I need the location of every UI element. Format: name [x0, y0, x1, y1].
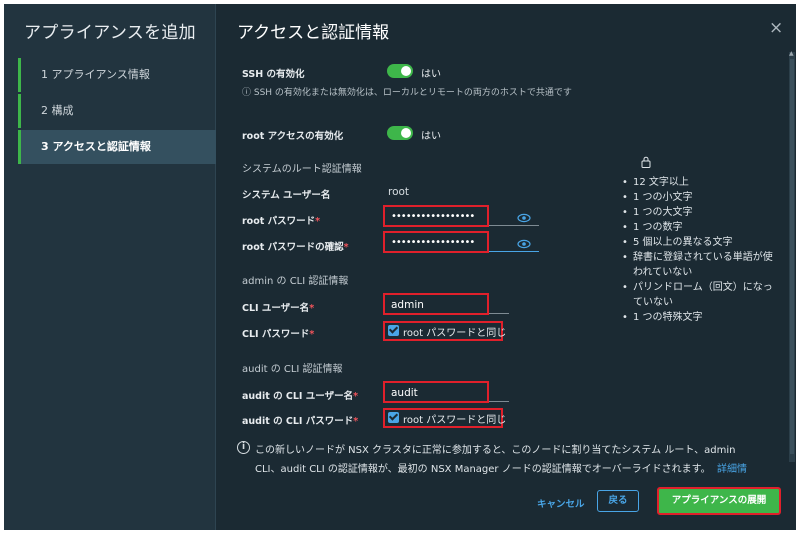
info-text-line2: CLI、audit CLI の認証情報が、最初の NSX Manager ノード… — [255, 464, 747, 475]
content-pane: アクセスと認証情報 × ▲ SSH の有効化 はい ⓘ SSH の有効化または無… — [217, 4, 796, 530]
system-username-value: root — [388, 186, 410, 198]
scrollbar-thumb[interactable] — [790, 59, 794, 454]
cli-same-as-root-checkbox[interactable] — [388, 325, 399, 336]
rule-item: 12 文字以上 — [621, 175, 781, 190]
cli-same-as-root-label[interactable]: root パスワードと同じ — [403, 324, 506, 339]
close-icon[interactable]: × — [769, 18, 783, 38]
eye-icon[interactable] — [517, 239, 531, 249]
audit-password-label: audit の CLI パスワード* — [242, 416, 359, 427]
ssh-note: ⓘ SSH の有効化または無効化は、ローカルとリモートの両方のホストで共通です — [242, 88, 572, 98]
rule-item: 5 個以上の異なる文字 — [621, 235, 781, 250]
eye-icon[interactable] — [517, 213, 531, 223]
rule-item: 1 つの特殊文字 — [621, 310, 781, 325]
audit-same-as-root-checkbox[interactable] — [388, 412, 399, 423]
audit-username-label: audit の CLI ユーザー名* — [242, 391, 359, 402]
wizard-sidebar: アプライアンスを追加 1 アプライアンス情報 2 構成 3 アクセスと認証情報 — [4, 4, 216, 530]
scroll-up-icon[interactable]: ▲ — [789, 50, 794, 57]
audit-cli-section: audit の CLI 認証情報 — [242, 364, 343, 375]
password-rules: 12 文字以上 1 つの小文字 1 つの大文字 1 つの数字 5 個以上の異なる… — [621, 156, 781, 325]
step-appliance-info[interactable]: 1 アプライアンス情報 — [18, 58, 216, 92]
step-configuration[interactable]: 2 構成 — [18, 94, 216, 128]
root-access-toggle-text: はい — [421, 131, 441, 142]
admin-cli-section: admin の CLI 認証情報 — [242, 276, 349, 287]
back-button[interactable]: 戻る — [597, 490, 639, 512]
add-appliance-dialog: アプライアンスを追加 1 アプライアンス情報 2 構成 3 アクセスと認証情報 … — [4, 4, 796, 530]
wizard-title: アプライアンスを追加 — [24, 23, 196, 43]
panel-title: アクセスと認証情報 — [237, 23, 390, 43]
rule-item: パリンドローム（回文）になっていない — [621, 280, 781, 310]
root-password-confirm-label: root パスワードの確認* — [242, 242, 349, 253]
info-text-line1: この新しいノードが NSX クラスタに正常に参加すると、このノードに割り当てたシ… — [255, 445, 736, 456]
cli-password-label: CLI パスワード* — [242, 329, 315, 340]
lock-icon — [641, 156, 651, 168]
footer-divider — [217, 474, 796, 475]
ssh-toggle-text: はい — [421, 69, 441, 80]
info-icon: i — [237, 441, 250, 454]
step-access-credentials[interactable]: 3 アクセスと認証情報 — [18, 130, 216, 164]
root-password-confirm-value: ••••••••••••••••• — [391, 237, 475, 248]
audit-username-value: audit — [391, 387, 418, 399]
cancel-button[interactable]: キャンセル — [537, 496, 585, 510]
system-root-section: システムのルート認証情報 — [242, 164, 362, 175]
rule-item: 辞書に登録されている単語が使われていない — [621, 250, 781, 280]
root-access-label: root アクセスの有効化 — [242, 131, 344, 142]
cli-username-label: CLI ユーザー名* — [242, 303, 315, 314]
root-access-toggle[interactable] — [387, 126, 413, 140]
rule-item: 1 つの小文字 — [621, 190, 781, 205]
rule-item: 1 つの大文字 — [621, 205, 781, 220]
cli-username-value: admin — [391, 299, 424, 311]
system-username-label: システム ユーザー名 — [242, 190, 331, 201]
audit-same-as-root-label[interactable]: root パスワードと同じ — [403, 411, 506, 426]
root-password-value: ••••••••••••••••• — [391, 211, 475, 222]
rule-item: 1 つの数字 — [621, 220, 781, 235]
deploy-appliance-button[interactable]: アプライアンスの展開 — [657, 487, 781, 515]
ssh-label: SSH の有効化 — [242, 69, 305, 80]
root-password-label: root パスワード* — [242, 216, 321, 227]
ssh-toggle[interactable] — [387, 64, 413, 78]
wizard-steps: 1 アプライアンス情報 2 構成 3 アクセスと認証情報 — [18, 58, 216, 164]
